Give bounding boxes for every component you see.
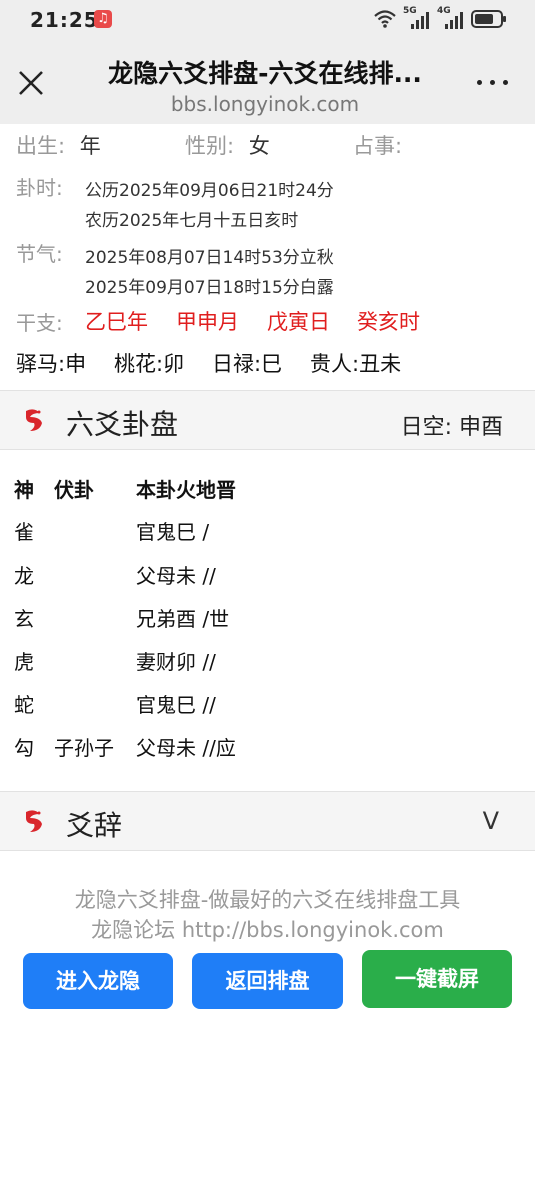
dragon-logo-icon [26, 409, 42, 431]
signal-5g-icon: 5G [403, 6, 431, 30]
shensha-rilu: 日禄:巳 [212, 352, 283, 376]
table-row: 雀 官鬼巳 / [14, 520, 210, 544]
page-url: bbs.longyinok.com [170, 92, 360, 116]
dragon-logo-icon [26, 810, 42, 832]
guashi-label: 卦时: [16, 176, 63, 200]
status-icons: 5G 4G [373, 6, 507, 30]
music-app-icon: ♫ [94, 10, 112, 28]
ganzhi-month: 甲申月 [176, 310, 239, 334]
more-dot-icon [490, 80, 495, 85]
battery-icon [471, 10, 506, 28]
back-to-paipan-button[interactable]: 返回排盘 [192, 953, 343, 1009]
expand-toggle[interactable]: V [483, 807, 499, 835]
ganzhi-day: 戊寅日 [267, 310, 330, 334]
shensha-yima: 驿马:申 [16, 352, 87, 376]
birth-row: 出生: 年 [16, 130, 101, 160]
footer-forum-link: 龙隐论坛 http://bbs.longyinok.com [91, 918, 444, 942]
close-button[interactable] [14, 66, 48, 100]
matter-label: 占事: [353, 134, 403, 158]
ganzhi-row: 干支: [16, 307, 63, 336]
footer-slogan: 龙隐六爻排盘-做最好的六爻在线排盘工具 [74, 888, 461, 912]
status-time: 21:25 [30, 8, 99, 32]
shensha-taohua: 桃花:卯 [114, 352, 185, 376]
signal-4g-icon: 4G [437, 6, 465, 30]
shensha-guiren: 贵人:丑未 [310, 352, 402, 376]
more-dot-icon [477, 80, 482, 85]
table-row: 虎 妻财卯 // [14, 650, 216, 674]
matter-field: 占事: [353, 130, 402, 160]
yaoci-section-title: 爻辞 [66, 809, 123, 842]
status-bar: 21:25 ♫ 5G 4G [0, 0, 535, 40]
browser-title-bar: 龙隐六爻排盘-六爻在线排... bbs.longyinok.com [0, 40, 535, 124]
screenshot-button[interactable]: 一键截屏 [362, 950, 512, 1008]
ganzhi-label: 干支: [16, 311, 63, 335]
yaoci-section-header[interactable]: 爻辞 V [0, 791, 535, 851]
table-row: 勾 子孙子 父母未 //应 [14, 736, 236, 760]
close-icon [19, 71, 43, 95]
birth-label: 出生: [16, 134, 66, 158]
gender-label: 性别: [185, 134, 235, 158]
guashi-solar: 公历2025年09月06日21时24分 [85, 181, 334, 201]
gender-value: 女 [248, 134, 270, 158]
table-row: 玄 兄弟酉 /世 [14, 607, 230, 631]
ganzhi-year: 乙巳年 [85, 310, 148, 334]
ganzhi-hour: 癸亥时 [357, 310, 420, 334]
header-bengua: 本卦火地晋 [136, 478, 236, 502]
more-options-button[interactable] [473, 70, 513, 94]
gua-section-header: 六爻卦盘 日空: 申酉 [0, 390, 535, 450]
page-title: 龙隐六爻排盘-六爻在线排... [108, 59, 422, 88]
table-row: 龙 父母未 // [14, 564, 216, 588]
gua-section-title: 六爻卦盘 [66, 408, 179, 441]
rikong-value: 日空: 申酉 [400, 415, 503, 440]
header-shen: 神 [14, 478, 34, 502]
table-row: 蛇 官鬼巳 // [14, 693, 216, 717]
gender-field: 性别: 女 [185, 130, 270, 160]
birth-value: 年 [79, 134, 101, 158]
header-fugua: 伏卦 [54, 478, 94, 502]
jieqi-label: 节气: [16, 242, 63, 266]
enter-longyin-button[interactable]: 进入龙隐 [23, 953, 173, 1009]
wifi-icon [374, 10, 396, 28]
more-dot-icon [503, 80, 508, 85]
jieqi-1: 2025年08月07日14时53分立秋 [85, 248, 334, 268]
guashi-lunar: 农历2025年七月十五日亥时 [85, 211, 299, 231]
gua-table-header: 神 伏卦 本卦火地晋 [14, 474, 514, 504]
jieqi-2: 2025年09月07日18时15分白露 [85, 278, 334, 298]
